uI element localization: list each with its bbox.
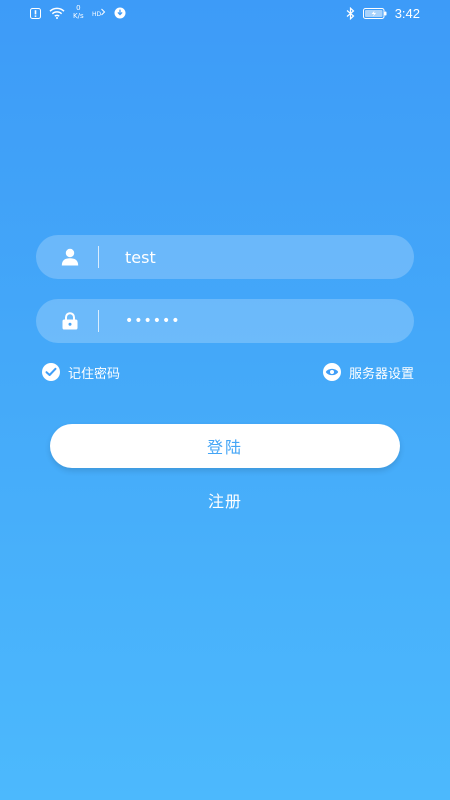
network-speed-unit: K/s <box>73 12 84 20</box>
login-options-row: 记住密码 服务器设置 <box>42 362 414 382</box>
lock-icon <box>36 299 104 343</box>
status-time: 3:42 <box>394 5 420 21</box>
battery-icon <box>362 7 387 19</box>
server-settings-label: 服务器设置 <box>348 366 414 382</box>
wifi-icon <box>49 7 65 19</box>
login-screen: 0 K/s HD 3:42 test •••••• 记住密码 服务器设置 登陆 … <box>0 0 450 800</box>
username-input[interactable] <box>99 235 414 279</box>
notification-icon <box>30 7 41 19</box>
remember-password-toggle[interactable]: 记住密码 <box>42 363 120 382</box>
download-icon <box>114 7 126 19</box>
username-field[interactable] <box>36 235 414 279</box>
network-speed: 0 K/s <box>73 4 84 20</box>
user-icon <box>36 235 104 279</box>
status-bar-left: 0 K/s HD <box>30 4 126 20</box>
hd-call-icon: HD <box>92 7 106 19</box>
network-speed-value: 0 <box>76 4 81 12</box>
password-field[interactable] <box>36 299 414 343</box>
status-bar-right: 3:42 <box>346 6 420 21</box>
password-input[interactable] <box>99 299 414 343</box>
server-settings-link[interactable]: 服务器设置 <box>322 363 414 382</box>
status-bar: 0 K/s HD 3:42 <box>0 0 450 26</box>
eye-icon <box>322 363 341 381</box>
remember-password-label: 记住密码 <box>68 366 121 382</box>
login-button[interactable]: 登陆 <box>50 424 400 468</box>
hd-label: HD <box>92 11 102 18</box>
check-icon <box>42 363 60 381</box>
register-link[interactable]: 注册 <box>0 488 450 512</box>
bluetooth-icon <box>346 6 355 20</box>
